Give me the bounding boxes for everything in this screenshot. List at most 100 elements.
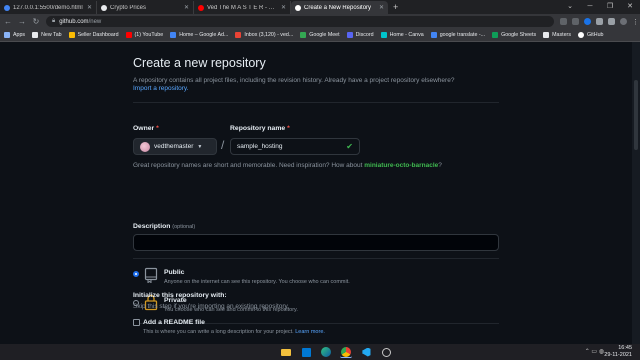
caret-down-icon: ▼ [197,143,203,150]
apps-grid-icon [4,32,10,38]
browser-tab[interactable]: Crypto Prices ✕ [97,1,194,14]
page-subtitle: A repository contains all project files,… [133,77,455,84]
os-taskbar: ⌃ ▭ ◍ 16:45 29-11-2021 [0,344,640,360]
tab-title: Ved The M A S T E R - YouTube [207,4,278,11]
repo-name-input[interactable]: sample_hosting ✔ [230,138,360,155]
bookmark-item[interactable]: Masters [543,32,571,38]
bookmark-label: Google Meet [309,32,340,38]
bookmark-apps[interactable]: Apps [4,32,25,38]
divider [133,102,499,103]
clock-app-icon[interactable] [380,346,392,358]
taskbar-clock[interactable]: 16:45 29-11-2021 [604,345,632,359]
import-repo-link[interactable]: Import a repository. [133,85,189,92]
page-title: Create a new repository [133,56,266,70]
bookmark-label: Home – Google Ad... [179,32,229,38]
repo-public-icon [144,267,158,283]
forward-icon[interactable]: → [18,17,26,26]
owner-label: Owner * [133,125,159,132]
folder-icon [543,32,550,38]
system-tray-icons[interactable]: ⌃ ▭ ◍ [585,348,604,355]
bookmark-label: Google Sheets [501,32,537,38]
tab-close-icon[interactable]: ✕ [87,4,92,11]
tab-close-icon[interactable]: ✕ [281,4,286,11]
url-input[interactable]: 🔒︎ github.com/new [46,16,554,27]
maximize-icon[interactable]: ❐ [600,0,620,14]
google-ads-icon [170,32,177,38]
new-tab-button[interactable]: + [388,1,403,14]
extension-icon[interactable] [584,18,591,25]
gmail-icon [235,32,242,38]
window-close-icon[interactable]: ✕ [620,0,640,14]
init-description: Skip this step if you're importing an ex… [133,303,290,310]
owner-value: vedthemaster [154,143,194,150]
owner-select[interactable]: vedthemaster ▼ [133,138,217,155]
share-icon[interactable] [560,18,567,25]
tab-title: Crypto Prices [110,4,147,11]
bookmark-item[interactable]: GitHub [577,32,603,38]
canva-icon [380,32,387,38]
browser-tab-active[interactable]: Create a New Repository ✕ [291,1,388,14]
repo-name-value: sample_hosting [237,143,283,150]
browser-tab[interactable]: 127.0.0.1:5500/demo.html ✕ [0,1,97,14]
bookmark-label: New Tab [41,32,62,38]
bookmark-label: Inbox (3,120) - ved... [244,32,294,38]
bookmark-item[interactable]: Google Meet [300,32,340,38]
chrome-icon[interactable] [340,346,352,358]
back-icon[interactable]: ← [4,17,12,26]
tab-close-icon[interactable]: ✕ [184,4,189,11]
bookmark-item[interactable]: google translate -... [430,32,485,38]
lock-icon[interactable]: 🔒︎ [52,18,55,25]
description-input[interactable] [133,234,499,251]
store-icon[interactable] [300,346,312,358]
bookmark-item[interactable]: Home – Google Ad... [170,32,228,38]
public-description: Anyone on the internet can see this repo… [164,279,350,285]
menu-dots-icon[interactable]: ⋮ [632,18,639,26]
bookmark-item[interactable]: Seller Dashboard [68,32,119,38]
check-icon: ✔ [346,142,353,151]
readme-description: This is where you can write a long descr… [143,329,325,335]
tab-close-icon[interactable]: ✕ [379,4,384,11]
tab-title: 127.0.0.1:5500/demo.html [13,4,83,11]
suggestion-link[interactable]: miniature-octo-barnacle [364,162,438,169]
browser-tab[interactable]: Ved The M A S T E R - YouTube ✕ [194,1,291,14]
profile-avatar[interactable] [620,18,627,25]
learn-more-link[interactable]: Learn more. [295,329,325,335]
avatar [140,141,150,152]
clock-date: 29-11-2021 [604,352,632,358]
owner-repo-separator: / [221,138,225,152]
address-bar-row: ← → ↻ 🔒︎ github.com/new ⋮ [0,14,640,29]
url-path: /new [88,18,102,25]
window-controls: ⌄ ─ ❐ ✕ [560,0,640,14]
repo-name-label: Repository name * [230,125,290,132]
bookmark-label: (1) YouTube [134,32,164,38]
bookmark-item[interactable]: Home - Canva [380,32,424,38]
divider [133,258,499,259]
bookmark-item[interactable]: Google Sheets [492,32,536,38]
bookmark-item[interactable]: New Tab [32,32,62,38]
reload-icon[interactable]: ↻ [32,17,40,26]
tab-title: Create a New Repository [304,4,372,11]
readme-title: Add a README file [143,319,205,326]
file-explorer-icon[interactable] [280,346,292,358]
bookmarks-bar: Apps New Tab Seller Dashboard (1) YouTub… [0,29,640,42]
public-title: Public [164,269,185,276]
url-host: github.com [59,18,89,25]
edge-icon[interactable] [320,346,332,358]
readme-checkbox[interactable] [133,319,140,326]
public-radio[interactable] [133,271,139,277]
vscode-icon[interactable] [360,346,372,358]
puzzle-icon[interactable] [608,18,615,25]
scrollbar-thumb[interactable] [634,80,638,150]
bookmark-label: Discord [355,32,374,38]
description-label: Description (optional) [133,223,196,230]
bookmark-item[interactable]: Discord [346,32,374,38]
bookmark-item[interactable]: (1) YouTube [125,32,164,38]
bookmark-item[interactable]: Inbox (3,120) - ved... [235,32,293,38]
extension-icon[interactable] [596,18,603,25]
tab-search-icon[interactable]: ⌄ [560,0,580,14]
bookmark-label: Seller Dashboard [77,32,119,38]
bookmark-label: Home - Canva [389,32,424,38]
google-icon [430,32,437,38]
bookmark-star-icon[interactable] [572,18,579,25]
minimize-icon[interactable]: ─ [580,0,600,14]
